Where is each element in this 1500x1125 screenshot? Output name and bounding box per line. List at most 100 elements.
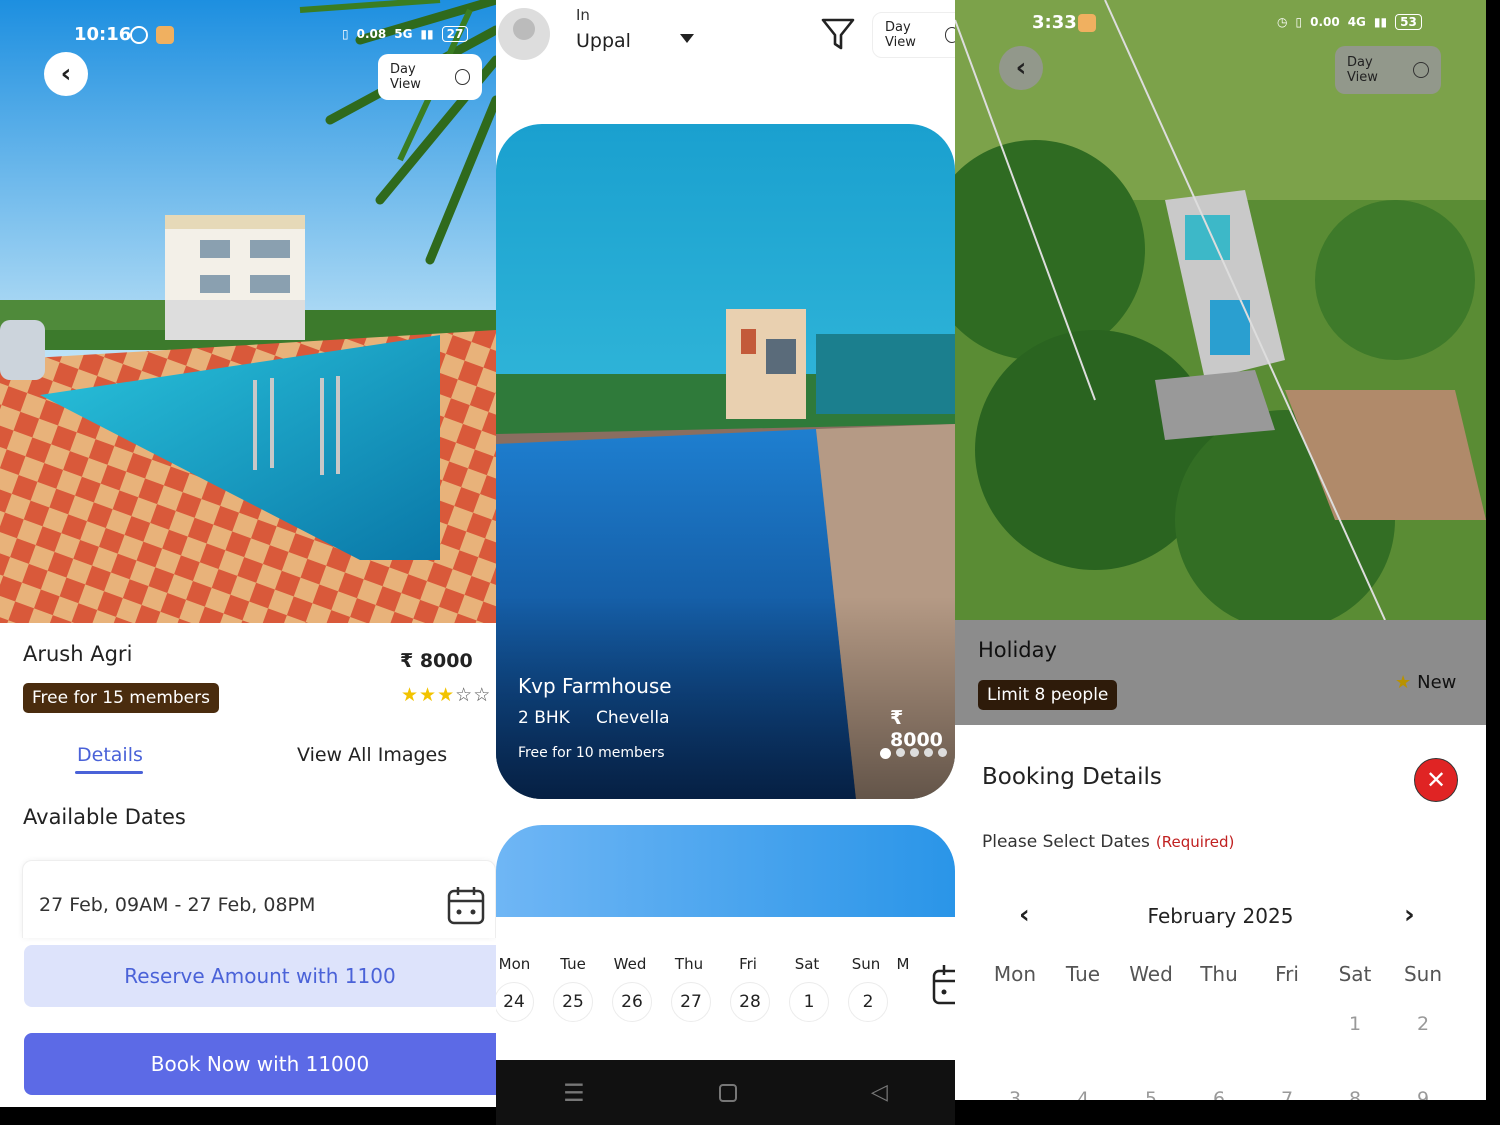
whatsapp-icon [130,26,148,44]
chevron-left-icon: ‹ [1015,53,1027,83]
day-view-toggle[interactable]: Day View [1335,46,1441,94]
bottom-bar [0,1107,496,1125]
date-chip[interactable]: 2 [848,982,888,1022]
weekday-label: Fri [739,955,757,973]
card-location: Chevella [596,708,670,728]
date-chip[interactable]: 27 [671,982,711,1022]
tab-details[interactable]: Details [77,744,143,766]
calendar-date[interactable]: 5 [1121,1088,1181,1100]
calendar-date[interactable]: 4 [1053,1088,1113,1100]
alarm-icon: ◷ [1277,15,1288,29]
calendar-date[interactable]: 6 [1189,1088,1249,1100]
tab-view-all-images[interactable]: View All Images [297,744,447,766]
home-icon[interactable] [718,1083,737,1102]
day-view-toggle[interactable]: Day View [378,54,482,100]
calendar-row-partial: 3 4 5 6 7 8 9 [985,1088,1453,1100]
select-dates-label: Please Select Dates [982,832,1150,852]
date-strip: 24 25 26 27 28 1 2 [496,982,955,1022]
battery-icon: 53 [1395,14,1422,30]
status-icons: ◷ ▯ 0.00 4G ▮▮ 53 [1277,14,1447,30]
close-button[interactable]: ✕ [1414,758,1458,802]
property-title: Holiday [978,638,1057,662]
app-notification-icon [1078,14,1096,32]
calendar-date[interactable]: 7 [1257,1088,1317,1100]
radio-circle-icon [944,27,955,43]
required-label: (Required) [1155,833,1235,851]
menu-icon[interactable]: ☰ [563,1079,585,1107]
property-detail-screen: 10:16 ▯ 0.08 5G ▮▮ 27 ‹ Day View Arush A… [0,0,496,1125]
weekday-label: Mon [993,962,1037,986]
chevron-down-icon[interactable] [680,34,694,43]
date-chip[interactable]: 28 [730,982,770,1022]
next-month-button[interactable]: › [1404,900,1415,930]
vibrate-icon: ▯ [1295,15,1303,29]
date-chip[interactable]: 1 [789,982,829,1022]
star-empty-icon: ☆ [473,684,492,706]
calendar-date [1257,1013,1317,1035]
calendar-date[interactable]: 9 [1393,1088,1453,1100]
date-chip[interactable]: 26 [612,982,652,1022]
calendar-date[interactable]: 2 [1393,1013,1453,1035]
weekday-label: Thu [674,955,704,973]
vibrate-icon: ▯ [342,27,349,41]
radio-circle-icon [454,69,470,85]
back-icon[interactable]: ◁ [871,1080,888,1105]
calendar-date [1189,1013,1249,1035]
weekday-label: Tue [1065,962,1101,986]
calendar-date[interactable]: 3 [985,1088,1045,1100]
available-dates-title: Available Dates [23,805,186,829]
date-range-text: 27 Feb, 09AM - 27 Feb, 08PM [39,894,316,916]
date-chip[interactable]: 25 [553,982,593,1022]
back-button[interactable]: ‹ [44,52,88,96]
carousel-dots[interactable] [880,748,947,759]
signal-icon: ▮▮ [1373,15,1388,29]
weekday-label: Sat [1338,962,1372,986]
new-tag: ★ New [1395,672,1456,693]
back-button[interactable]: ‹ [999,46,1043,90]
card-price: ₹ 8000 [890,707,943,751]
status-time: 3:33 [1032,12,1077,33]
weekday-label: Mon [498,955,531,973]
weekday-label: Sat [794,955,820,973]
app-notification-icon [156,26,174,44]
new-label: New [1417,672,1457,693]
rating-stars: ★★★☆☆ [401,684,491,706]
day-view-label: Day View [1347,55,1378,85]
reserve-amount-button[interactable]: Reserve Amount with 1100 [24,945,496,1007]
property-name: Arush Agri [23,642,133,666]
property-card[interactable]: Kvp Farmhouse 2 BHK Chevella ₹ 8000 Free… [496,124,955,799]
status-icons: ▯ 0.08 5G ▮▮ 27 [342,26,492,42]
weekday-label: Sun [1403,962,1443,986]
network-label: 5G [394,27,413,41]
close-icon: ✕ [1425,766,1447,794]
tab-active-underline [75,771,143,774]
filter-icon[interactable] [820,16,856,52]
day-view-label: Day View [885,20,916,50]
speed-readout: 0.00 [1310,15,1340,29]
chevron-left-icon: ‹ [60,59,72,89]
calendar-date[interactable]: 1 [1325,1013,1385,1035]
day-view-toggle[interactable]: Day View [872,12,955,58]
calendar-date [1121,1013,1181,1035]
location-name[interactable]: Uppal [576,30,631,52]
calendar-weekdays: Mon Tue Wed Thu Fri Sat Sun [985,962,1453,986]
date-range-card[interactable]: 27 Feb, 09AM - 27 Feb, 08PM [22,860,496,938]
day-view-label: Day View [390,62,421,92]
bottom-bar [955,1100,1486,1125]
network-label: 4G [1347,15,1366,29]
calendar-icon[interactable] [932,963,955,1005]
date-chip[interactable]: 24 [496,982,534,1022]
avatar[interactable] [498,8,550,60]
next-property-card[interactable] [496,825,955,917]
booking-details-title: Booking Details [982,764,1162,790]
calendar-icon[interactable] [447,885,485,925]
members-badge: Free for 15 members [23,683,219,713]
weekday-label: Tue [560,955,586,973]
card-bhk: 2 BHK [518,708,570,728]
weekday-label: M [896,955,910,973]
property-summary-dimmed: Holiday Limit 8 people ★ New [955,620,1486,725]
calendar-date[interactable]: 8 [1325,1088,1385,1100]
limit-badge: Limit 8 people [978,680,1118,710]
signal-icon: ▮▮ [420,27,434,41]
book-now-button[interactable]: Book Now with 11000 [24,1033,496,1095]
